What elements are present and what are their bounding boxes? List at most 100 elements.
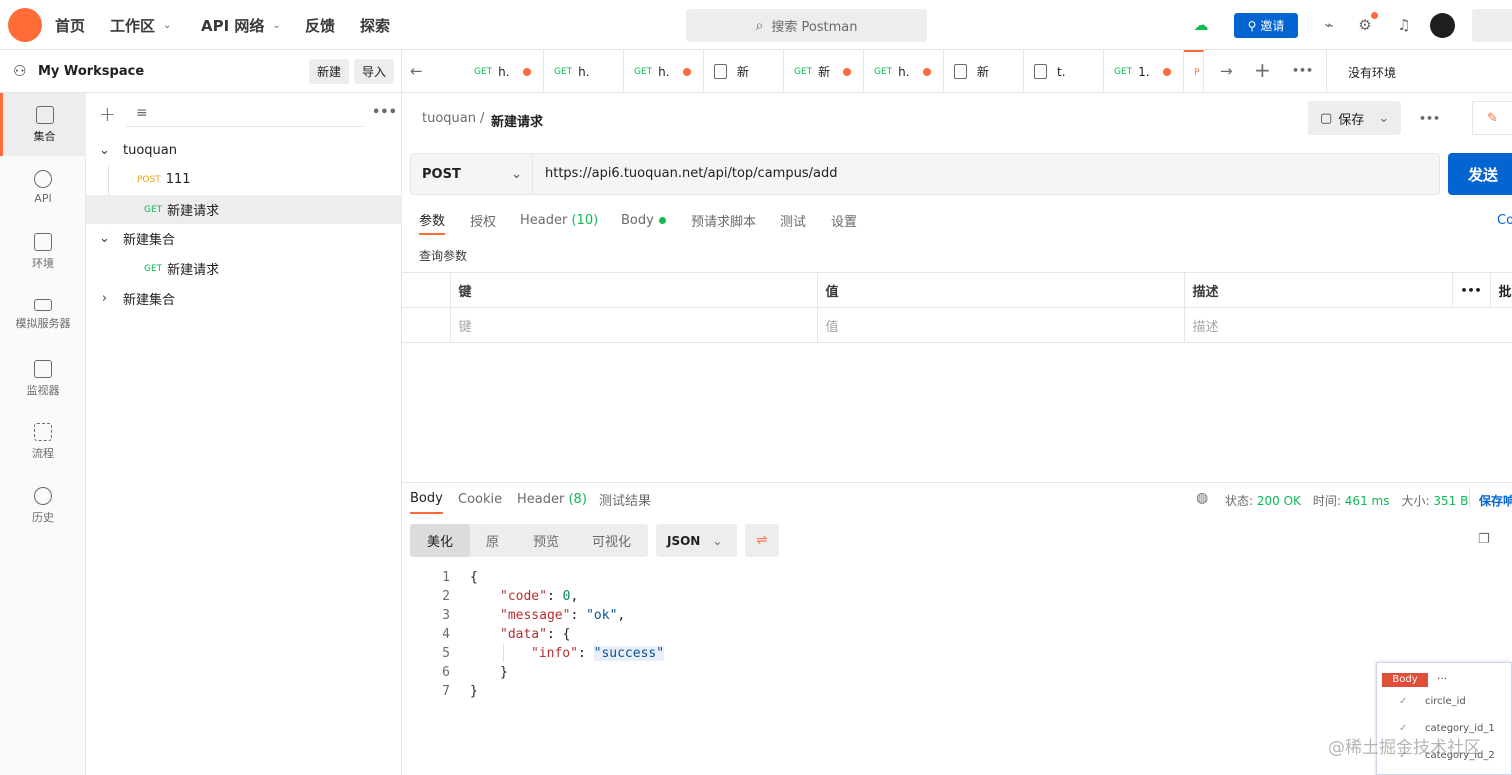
tab-authorization[interactable]: 授权 xyxy=(470,205,496,235)
view-preview[interactable]: 预览 xyxy=(533,524,559,557)
popup-more[interactable]: … xyxy=(1437,671,1447,682)
request-tab[interactable]: t. xyxy=(1024,50,1104,93)
request-tab[interactable]: GET h. xyxy=(864,50,944,93)
value-input[interactable]: 值 xyxy=(816,307,1185,343)
workspace-name[interactable]: My Workspace xyxy=(38,64,144,79)
view-pretty[interactable]: 美化 xyxy=(410,524,470,557)
edit-pencil-icon[interactable]: ✎ xyxy=(1472,101,1512,135)
view-raw[interactable]: 原 xyxy=(486,524,499,557)
time-value[interactable]: 461 ms xyxy=(1345,494,1390,508)
request-tab-active[interactable]: P xyxy=(1184,50,1204,93)
tabs-more-icon[interactable]: ••• xyxy=(1292,64,1313,77)
tree-collection-new-2[interactable]: › 新建集合 xyxy=(86,284,402,313)
new-button[interactable]: 新建 xyxy=(309,59,350,84)
sync-cloud-icon[interactable]: ☁ xyxy=(1190,14,1212,36)
notification-bell-icon[interactable]: ♫ xyxy=(1393,14,1415,36)
save-button[interactable]: ▢ 保存 ⌄ xyxy=(1308,101,1401,135)
chevron-down-icon: ⌄ xyxy=(99,143,110,158)
request-tab[interactable]: GET 新 xyxy=(784,50,864,93)
tab-body-label: Body xyxy=(621,212,654,228)
wrap-lines-icon[interactable]: ⇌ xyxy=(745,524,779,557)
avatar[interactable] xyxy=(1430,13,1455,38)
rail-collections[interactable]: 集合 xyxy=(0,93,86,156)
request-name[interactable]: 新建请求 xyxy=(491,111,543,130)
request-tab[interactable]: GET h. xyxy=(544,50,624,93)
bulk-edit-link[interactable]: 批 xyxy=(1489,272,1512,308)
rail-monitors[interactable]: 监视器 xyxy=(0,347,86,410)
upgrade-button[interactable] xyxy=(1472,9,1512,42)
url-input[interactable]: https://api6.tuoquan.net/api/top/campus/… xyxy=(545,166,837,181)
response-tab-headers[interactable]: Header (8) xyxy=(517,484,587,514)
format-select[interactable]: JSON ⌄ xyxy=(656,524,737,557)
environment-selector[interactable]: 没有环境 xyxy=(1348,64,1396,81)
tab-pre-request-script[interactable]: 预请求脚本 xyxy=(691,205,756,235)
rail-label: 历史 xyxy=(32,510,54,524)
line-number: 1 xyxy=(442,570,450,585)
nav-explore[interactable]: 探索 xyxy=(360,0,390,50)
request-tab[interactable]: 新 xyxy=(704,50,784,93)
response-tab-cookie[interactable]: Cookie xyxy=(458,484,502,514)
copy-icon[interactable]: ❐ xyxy=(1478,532,1490,547)
size-value[interactable]: 351 B xyxy=(1433,494,1468,508)
method-badge: GET xyxy=(144,204,163,215)
cookies-link[interactable]: Co xyxy=(1497,205,1512,235)
filter-input[interactable] xyxy=(126,101,364,127)
request-more-icon[interactable]: ••• xyxy=(1419,112,1440,125)
send-button[interactable]: 发送 xyxy=(1448,153,1512,195)
tab-settings[interactable]: 设置 xyxy=(831,205,857,235)
tree-collection-new[interactable]: ⌄ 新建集合 xyxy=(86,224,402,253)
arrow-right-icon[interactable]: → xyxy=(1220,62,1233,80)
satellite-icon[interactable]: ⌁ xyxy=(1318,14,1340,36)
tab-headers[interactable]: Header (10) xyxy=(520,205,598,235)
globe-icon[interactable]: ◍ xyxy=(1196,490,1208,506)
nav-workspaces[interactable]: 工作区 ⌄ xyxy=(110,0,171,50)
tree-collection-tuoquan[interactable]: ⌄ tuoquan xyxy=(86,136,402,165)
rail-environments[interactable]: 环境 xyxy=(0,220,86,283)
key-input[interactable]: 键 xyxy=(449,307,818,343)
method-select[interactable]: POST ⌄ xyxy=(411,154,533,194)
line-number: 6 xyxy=(442,665,450,680)
status-value[interactable]: 200 OK xyxy=(1257,494,1301,508)
tab-params[interactable]: 参数 xyxy=(419,205,446,235)
postman-logo-icon[interactable] xyxy=(8,8,42,42)
tab-body[interactable]: Body xyxy=(621,205,666,235)
save-response-button[interactable]: 保存响 xyxy=(1479,492,1512,509)
nav-feedback[interactable]: 反馈 xyxy=(305,0,335,50)
tab-title: t. xyxy=(1057,64,1066,79)
more-options-icon[interactable]: ••• xyxy=(372,105,397,120)
history-icon xyxy=(34,486,52,505)
arrow-left-icon[interactable]: ← xyxy=(410,62,423,80)
request-tab[interactable]: GET h. xyxy=(624,50,704,93)
columns-more-icon[interactable]: ••• xyxy=(1451,272,1491,308)
description-input[interactable]: 描述 xyxy=(1183,307,1512,343)
request-tab[interactable]: 新 xyxy=(944,50,1024,93)
request-tab[interactable]: GET 1. xyxy=(1104,50,1184,93)
request-tab[interactable]: GET h. xyxy=(464,50,544,93)
tab-tests[interactable]: 测试 xyxy=(780,205,806,235)
nav-home[interactable]: 首页 xyxy=(55,0,85,50)
tree-label: 新建集合 xyxy=(123,293,176,308)
document-icon xyxy=(954,64,967,79)
rail-history[interactable]: 历史 xyxy=(0,474,86,537)
breadcrumb-collection[interactable]: tuoquan xyxy=(422,111,476,126)
search-bar[interactable]: ⌕ 搜索 Postman xyxy=(686,9,927,42)
tab-method: GET xyxy=(634,66,653,77)
url-bar: POST ⌄ https://api6.tuoquan.net/api/top/… xyxy=(410,153,1440,195)
json-brace: { xyxy=(470,570,478,585)
rail-api[interactable]: API xyxy=(0,156,86,219)
json-key: "code" xyxy=(500,589,547,604)
tree-request[interactable]: GET 新建请求 xyxy=(86,254,402,283)
rail-mock-servers[interactable]: 模拟服务器 xyxy=(0,283,86,346)
new-tab-icon[interactable]: + xyxy=(1254,58,1271,82)
tab-method: GET xyxy=(794,66,813,77)
invite-button[interactable]: ⚲ 邀请 xyxy=(1234,13,1298,38)
response-tab-body[interactable]: Body xyxy=(410,484,443,514)
response-tab-test-results[interactable]: 测试结果 xyxy=(599,484,651,514)
import-button[interactable]: 导入 xyxy=(354,59,395,84)
rail-flows[interactable]: 流程 xyxy=(0,410,86,473)
tree-request-selected[interactable]: GET 新建请求 xyxy=(86,195,402,224)
add-collection-icon[interactable]: + xyxy=(99,102,116,126)
tree-request-111[interactable]: POST 111 xyxy=(86,165,402,194)
nav-api-network[interactable]: API 网络 ⌄ xyxy=(201,0,281,50)
view-visualize[interactable]: 可视化 xyxy=(592,524,631,557)
